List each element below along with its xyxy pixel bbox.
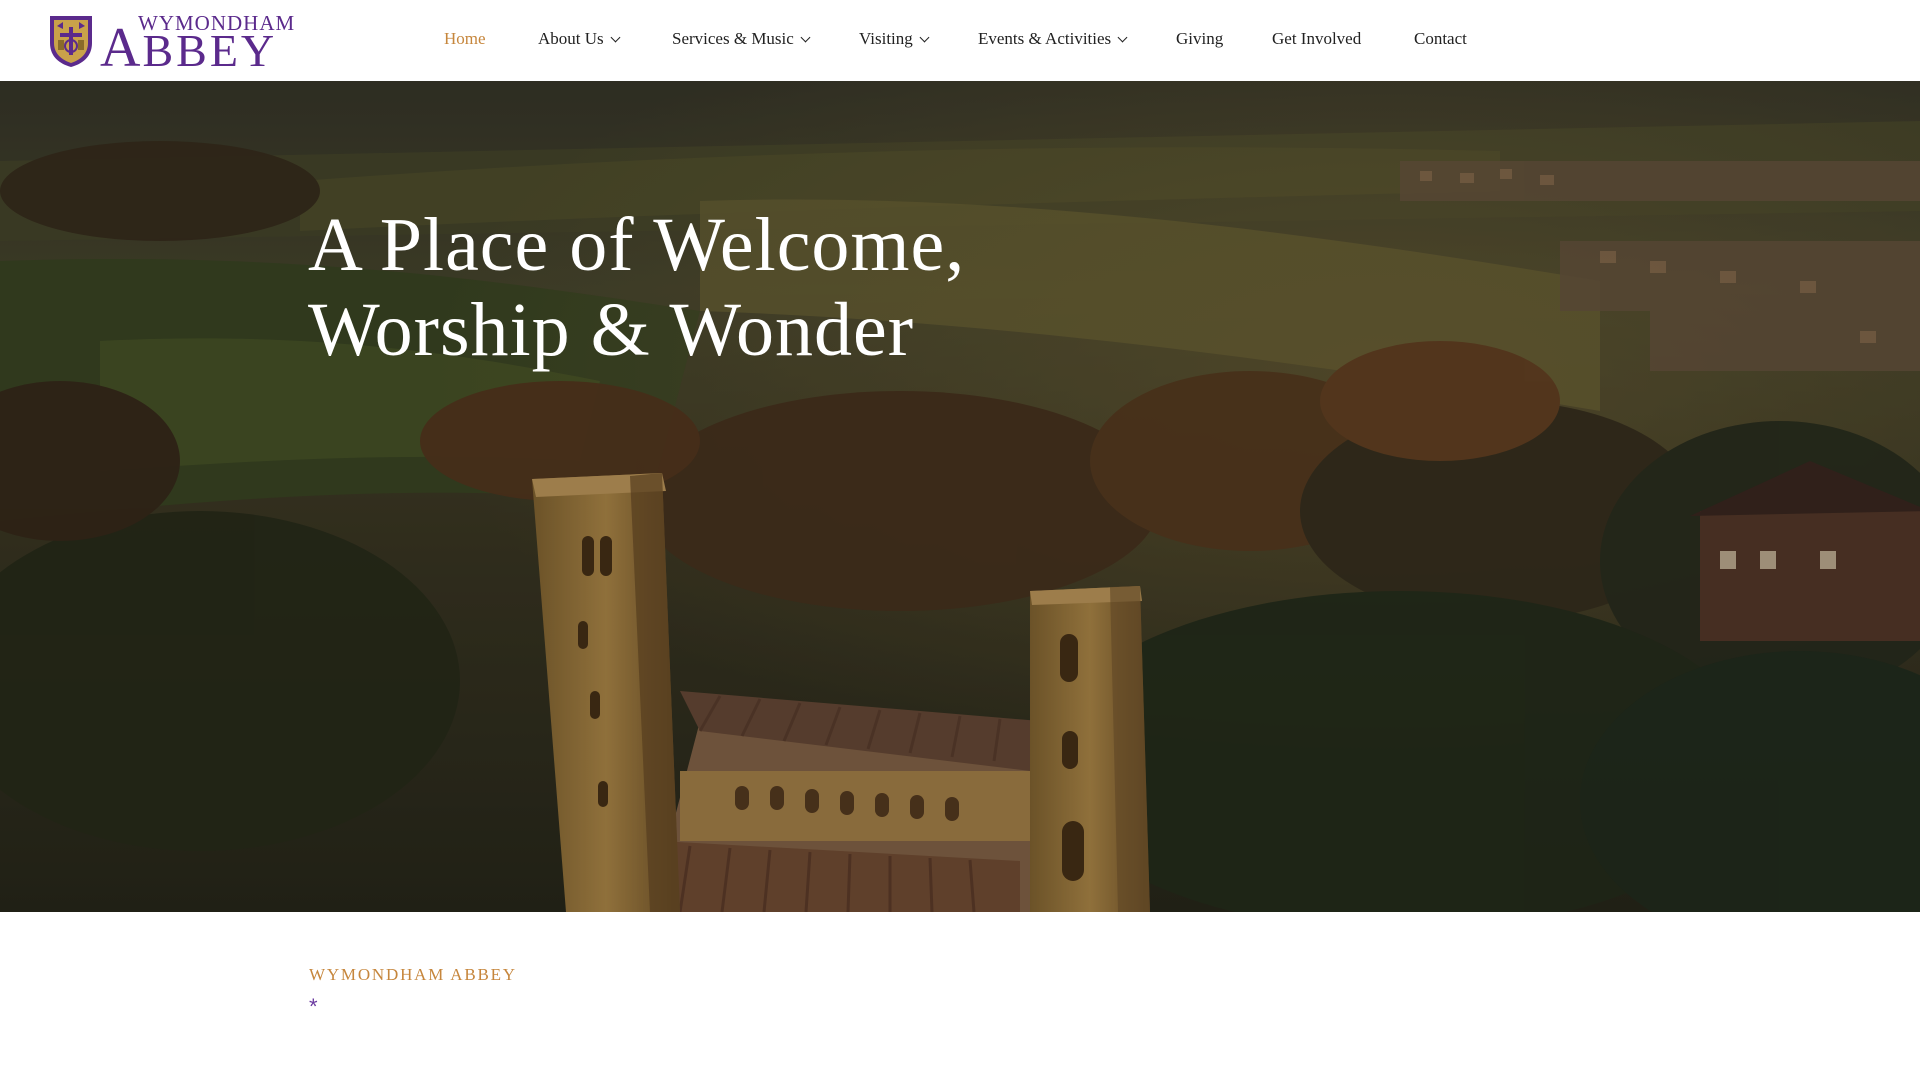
chevron-down-icon [800,32,811,42]
nav-get-involved[interactable]: Get Involved [1272,29,1361,49]
nav-home[interactable]: Home [444,29,486,49]
hero-title-line-1: A Place of Welcome, [308,203,966,287]
site-logo[interactable]: WYMONDHAM ABBEY [48,12,294,76]
hero-title-line-2: Worship & Wonder [308,288,915,372]
hero-banner: A Place of Welcome, Worship & Wonder [0,81,1920,912]
nav-services-music[interactable]: Services & Music [672,29,811,49]
chevron-down-icon [610,32,621,42]
site-header: WYMONDHAM ABBEY Home About Us Services &… [0,0,1920,81]
logo-initial: A [100,17,143,79]
nav-about-us[interactable]: About Us [538,29,621,49]
hero-title: A Place of Welcome, Worship & Wonder [308,203,1208,373]
chevron-down-icon [919,32,930,42]
nav-get-involved-label: Get Involved [1272,29,1362,48]
chevron-down-icon [1117,32,1128,42]
nav-visiting[interactable]: Visiting [859,29,930,49]
logo-wordmark-big: ABBEY [100,20,278,77]
nav-giving[interactable]: Giving [1176,29,1223,49]
nav-events-activities-label: Events & Activities [978,29,1112,48]
nav-about-us-label: About Us [538,29,604,48]
decorative-asterisk: * [309,994,318,1019]
nav-contact[interactable]: Contact [1414,29,1467,49]
section-kicker: WYMONDHAM ABBEY [309,965,517,984]
logo-rest: BBEY [142,25,278,76]
nav-events-activities[interactable]: Events & Activities [978,29,1128,49]
nav-services-music-label: Services & Music [672,29,794,48]
nav-giving-label: Giving [1176,29,1224,48]
nav-contact-label: Contact [1414,29,1467,48]
nav-visiting-label: Visiting [859,29,913,48]
abbey-crest-icon [50,16,92,67]
nav-home-label: Home [444,29,486,48]
